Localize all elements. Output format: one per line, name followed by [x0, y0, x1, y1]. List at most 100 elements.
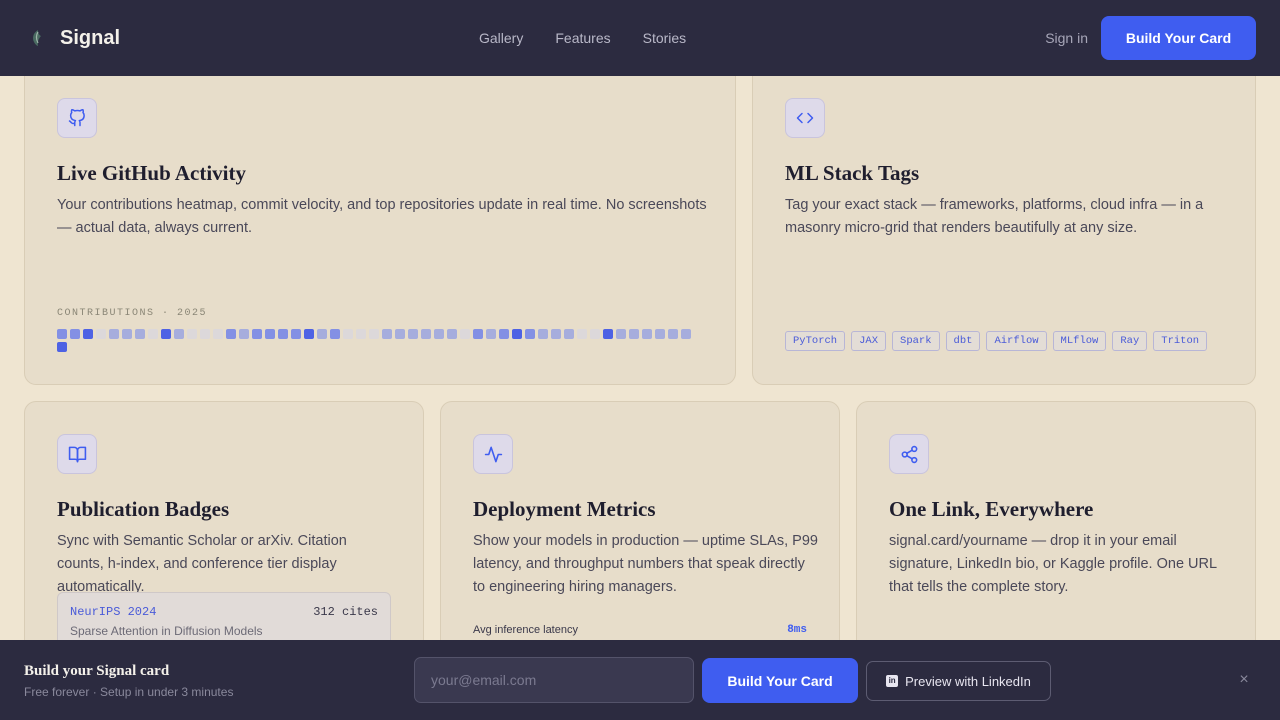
brand-name: Signal — [60, 26, 121, 49]
heatmap-cell — [525, 329, 535, 339]
heatmap-cell — [616, 329, 626, 339]
tag-dbt: dbt — [945, 331, 981, 351]
build-card-button[interactable]: Build Your Card — [1101, 16, 1256, 60]
heatmap-cell — [226, 329, 236, 339]
brand[interactable]: Signal — [28, 27, 120, 50]
heatmap-cell — [57, 342, 67, 352]
citation-count: 312 cites — [313, 605, 378, 619]
share-icon — [889, 434, 929, 474]
logo-icon — [28, 29, 46, 47]
metric-label: Avg inference latency — [473, 624, 578, 636]
heatmap-cell — [681, 329, 691, 339]
heatmap-cell — [564, 329, 574, 339]
tag-spark: Spark — [892, 331, 940, 351]
heatmap-cell — [109, 329, 119, 339]
tag-airflow: Airflow — [986, 331, 1047, 351]
card-title: Live GitHub Activity — [57, 161, 246, 185]
card-description: Sync with Semantic Scholar or arXiv. Cit… — [57, 533, 347, 595]
heatmap-cell — [499, 329, 509, 339]
code-icon — [785, 98, 825, 138]
close-icon[interactable]: × — [1236, 672, 1252, 688]
card-description: signal.card/yourname — drop it in your e… — [889, 533, 1217, 595]
heatmap-cell — [70, 329, 80, 339]
card-github-activity: Live GitHub Activity Your contributions … — [24, 40, 736, 385]
card-title: One Link, Everywhere — [889, 497, 1094, 521]
top-nav: Signal Gallery Features Stories Sign in … — [0, 0, 1280, 76]
nav-link-gallery[interactable]: Gallery — [479, 30, 523, 46]
heatmap-cell — [447, 329, 457, 339]
heatmap-cell — [213, 329, 223, 339]
heatmap-cell — [655, 329, 665, 339]
heatmap-cell — [278, 329, 288, 339]
book-icon — [57, 434, 97, 474]
heatmap-cell — [304, 329, 314, 339]
nav-link-features[interactable]: Features — [555, 30, 610, 46]
heatmap-cell — [603, 329, 613, 339]
heatmap-cell — [538, 329, 548, 339]
preview-linkedin-label: Preview with LinkedIn — [905, 673, 1031, 689]
heatmap-cell — [291, 329, 301, 339]
heatmap-cell — [460, 329, 470, 339]
email-input[interactable] — [414, 657, 694, 703]
heatmap-cell — [577, 329, 587, 339]
heatmap-cell — [161, 329, 171, 339]
heatmap-cell — [434, 329, 444, 339]
cta-bar: Build your Signal card Free forever · Se… — [0, 640, 1280, 720]
tag-jax: JAX — [851, 331, 887, 351]
heatmap-cell — [96, 329, 106, 339]
card-description: Tag your exact stack — frameworks, platf… — [785, 197, 1204, 236]
tag-ray: Ray — [1112, 331, 1148, 351]
heatmap-cell — [200, 329, 210, 339]
heatmap-label: CONTRIBUTIONS · 2025 — [57, 308, 208, 319]
nav-actions: Sign in Build Your Card — [1045, 16, 1256, 60]
preview-linkedin-button[interactable]: in Preview with LinkedIn — [866, 661, 1051, 701]
activity-icon — [473, 434, 513, 474]
metric-value: 8ms — [787, 624, 807, 636]
cta-subtitle: Free forever · Setup in under 3 minutes — [24, 685, 234, 699]
tag-pytorch: PyTorch — [785, 331, 846, 351]
nav-link-stories[interactable]: Stories — [643, 30, 687, 46]
tag-mlflow: MLflow — [1052, 331, 1107, 351]
heatmap-cell — [356, 329, 366, 339]
card-description: Your contributions heatmap, commit veloc… — [57, 197, 707, 236]
cta-build-card-button[interactable]: Build Your Card — [702, 658, 858, 703]
heatmap-cell — [486, 329, 496, 339]
contribution-heatmap — [57, 329, 697, 352]
heatmap-cell — [551, 329, 561, 339]
card-ml-stack: ML Stack Tags Tag your exact stack — fra… — [752, 40, 1256, 385]
heatmap-cell — [135, 329, 145, 339]
cta-title: Build your Signal card — [24, 663, 170, 679]
heatmap-cell — [83, 329, 93, 339]
heatmap-cell — [408, 329, 418, 339]
linkedin-icon: in — [886, 675, 899, 687]
heatmap-cell — [629, 329, 639, 339]
heatmap-cell — [382, 329, 392, 339]
github-icon — [57, 98, 97, 138]
tag-list: PyTorch JAX Spark dbt Airflow MLflow Ray… — [785, 331, 1208, 351]
heatmap-cell — [395, 329, 405, 339]
heatmap-cell — [239, 329, 249, 339]
card-title: Publication Badges — [57, 497, 230, 521]
card-title: Deployment Metrics — [473, 497, 656, 521]
heatmap-cell — [252, 329, 262, 339]
card-title: ML Stack Tags — [785, 161, 920, 185]
heatmap-cell — [421, 329, 431, 339]
sign-in-link[interactable]: Sign in — [1045, 30, 1088, 46]
heatmap-cell — [57, 329, 67, 339]
tag-triton: Triton — [1153, 331, 1208, 351]
heatmap-cell — [642, 329, 652, 339]
publication-venue: NeurIPS 2024 — [70, 605, 157, 619]
paper-title: Sparse Attention in Diffusion Models — [70, 624, 263, 638]
heatmap-cell — [343, 329, 353, 339]
heatmap-cell — [187, 329, 197, 339]
heatmap-cell — [330, 329, 340, 339]
heatmap-cell — [369, 329, 379, 339]
heatmap-cell — [473, 329, 483, 339]
heatmap-cell — [148, 329, 158, 339]
heatmap-cell — [590, 329, 600, 339]
primary-nav: Gallery Features Stories — [479, 0, 718, 76]
heatmap-cell — [668, 329, 678, 339]
heatmap-cell — [122, 329, 132, 339]
heatmap-cell — [174, 329, 184, 339]
heatmap-cell — [512, 329, 522, 339]
